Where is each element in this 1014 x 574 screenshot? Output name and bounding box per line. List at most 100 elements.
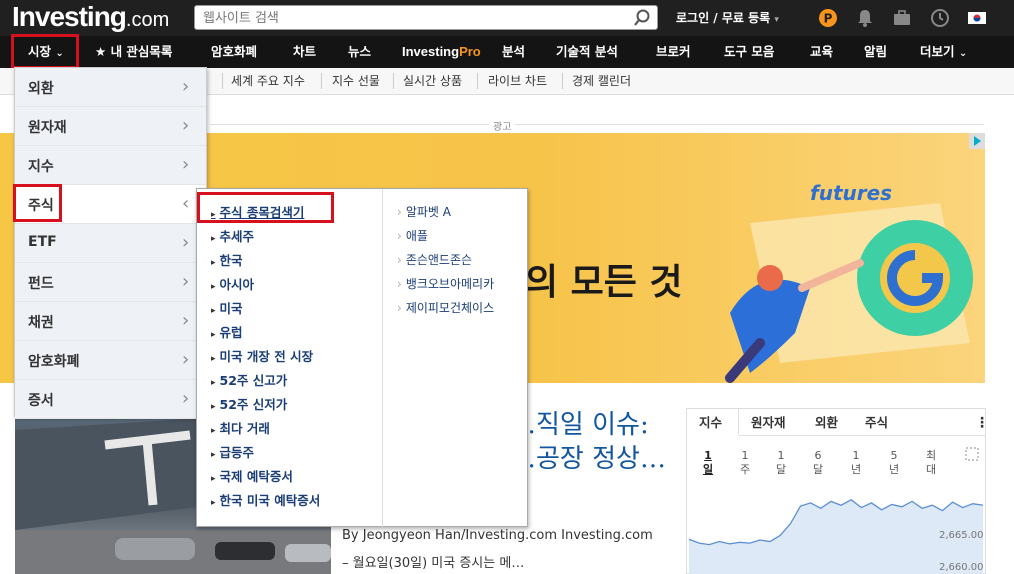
company-link[interactable]: › 뱅크오브아메리카 (397, 275, 494, 292)
bullet-icon: ▸ (211, 426, 216, 436)
period-max[interactable]: 최대 (924, 449, 938, 477)
period-1w[interactable]: 1주 (738, 449, 752, 477)
nav-news[interactable]: 뉴스 (348, 36, 371, 68)
bullet-icon: › (397, 253, 402, 267)
markets-menu-label: 원자재 (28, 120, 67, 136)
search-box[interactable] (194, 5, 658, 30)
markets-menu-item[interactable]: 원자재 › (15, 107, 206, 146)
pro-icon[interactable]: P (817, 7, 839, 29)
widget-tab-indices[interactable]: 지수 (699, 411, 722, 435)
stocks-link[interactable]: ▸ 한국 미국 예탁증서 (211, 490, 320, 509)
markets-menu-item[interactable]: 지수 › (15, 146, 206, 185)
widget-tab-stocks[interactable]: 주식 (865, 411, 888, 435)
investing-logo[interactable]: Investing.com (12, 2, 169, 32)
y-label-2665: 2,665.00 (939, 530, 984, 541)
bell-icon[interactable] (854, 7, 876, 29)
stocks-link[interactable]: ▸ 아시아 (211, 274, 254, 293)
markets-menu-item[interactable]: 펀드 › (15, 263, 206, 302)
subnav-world-indices[interactable]: 세계 주요 지수 (231, 68, 305, 94)
nav-more[interactable]: 더보기 ⌄ (920, 36, 967, 68)
stocks-link[interactable]: ▸ 미국 개장 전 시장 (211, 346, 313, 365)
period-5y[interactable]: 5년 (887, 449, 901, 477)
company-link-label: 존슨앤드존슨 (405, 253, 473, 267)
stocks-link-label: 아시아 (219, 277, 255, 292)
subnav-index-futures[interactable]: 지수 선물 (332, 68, 380, 94)
stocks-link[interactable]: ▸ 미국 (211, 298, 243, 317)
company-link[interactable]: › 존슨앤드존슨 (397, 251, 472, 268)
korea-flag-icon[interactable] (966, 7, 988, 29)
search-input[interactable] (203, 9, 623, 27)
period-1y[interactable]: 1년 (849, 449, 863, 477)
login-link[interactable]: 로그인 / 무료 등록 ▾ (676, 9, 779, 26)
markets-menu-label: 증서 (28, 393, 54, 409)
nav-brokers[interactable]: 브로커 (656, 36, 691, 68)
nav-watchlist[interactable]: ★ 내 관심목록 (95, 36, 172, 68)
company-link[interactable]: › 애플 (397, 227, 428, 244)
stocks-link-label: 한국 (219, 253, 243, 268)
stocks-link[interactable]: ▸ 최다 거래 (211, 418, 270, 437)
stocks-link-label: 미국 (219, 301, 243, 316)
markets-menu-item[interactable]: ETF › (15, 224, 206, 263)
stocks-link[interactable]: ▸ 52주 신고가 (211, 370, 287, 389)
chevron-right-icon: › (182, 388, 190, 409)
subnav-live-charts[interactable]: 라이브 차트 (488, 68, 547, 94)
clock-icon[interactable] (929, 7, 951, 29)
nav-alerts[interactable]: 알림 (864, 36, 887, 68)
markets-menu-label: ETF (28, 234, 57, 250)
chevron-left-icon: ‹ (182, 193, 190, 214)
stocks-link-label: 한국 미국 예탁증서 (219, 493, 321, 508)
subnav-economic-calendar[interactable]: 경제 캘린더 (572, 68, 631, 94)
nav-tools[interactable]: 도구 모음 (724, 36, 774, 68)
stocks-link[interactable]: ▸ 국제 예탁증서 (211, 466, 293, 485)
subnav-live-commodities[interactable]: 실시간 상품 (403, 68, 462, 94)
stocks-link[interactable]: ▸ 급등주 (211, 442, 254, 461)
stocks-link-label: 미국 개장 전 시장 (219, 349, 314, 364)
markets-menu-item[interactable]: 채권 › (15, 302, 206, 341)
chevron-right-icon: › (182, 310, 190, 331)
nav-crypto[interactable]: 암호화폐 (211, 36, 257, 68)
period-1m[interactable]: 1달 (774, 449, 788, 477)
news-headline[interactable]: …직일 이슈: …공장 정상… (510, 408, 680, 476)
stocks-link-label: 국제 예탁증서 (219, 469, 293, 484)
company-link[interactable]: › 제이피모건체이스 (397, 299, 494, 316)
nav-technical[interactable]: 기술적 분석 (556, 36, 618, 68)
bullet-icon: ▸ (211, 234, 216, 244)
markets-menu-item[interactable]: 암호화폐 › (15, 341, 206, 380)
highlight-markets (11, 34, 79, 69)
markets-menu-item[interactable]: 증서 › (15, 380, 206, 419)
stocks-link[interactable]: ▸ 유럽 (211, 322, 243, 341)
markets-menu-item[interactable]: 외환 › (15, 68, 206, 107)
widget-tab-forex[interactable]: 외환 (815, 411, 838, 435)
briefcase-icon[interactable] (891, 7, 913, 29)
widget-tab-commodities[interactable]: 원자재 (751, 411, 786, 435)
bullet-icon: ▸ (211, 330, 216, 340)
markets-menu-label: 외환 (28, 81, 54, 97)
stocks-link-label: 추세주 (219, 229, 255, 244)
widget-menu-icon[interactable]: ⋮ (975, 411, 989, 435)
adchoices-icon[interactable] (969, 133, 985, 149)
ad-headline: 의 모든 것 (525, 262, 683, 303)
stocks-link-label: 급등주 (219, 445, 255, 460)
bullet-icon: › (397, 229, 402, 243)
search-icon[interactable] (633, 9, 651, 27)
markets-dropdown: 외환 › 원자재 › 지수 › 주식 ‹ ETF › 펀드 › 채권 › 암호화폐 › 증서 › (14, 67, 207, 419)
company-link-label: 애플 (405, 229, 428, 243)
stocks-link[interactable]: ▸ 52주 신저가 (211, 394, 287, 413)
period-6m[interactable]: 6달 (811, 449, 825, 477)
svg-text:P: P (824, 12, 833, 26)
news-byline: By Jeongyeon Han/Investing.com Investing… (342, 528, 653, 543)
company-link[interactable]: › 알파벳 A (397, 203, 451, 220)
nav-investing-pro[interactable]: InvestingPro (402, 36, 481, 68)
period-1d[interactable]: 1일 (701, 449, 715, 477)
nav-education[interactable]: 교육 (810, 36, 833, 68)
stocks-link[interactable]: ▸ 한국 (211, 250, 243, 269)
ad-illustration (725, 203, 973, 383)
y-label-2660: 2,660.00 (939, 562, 984, 573)
nav-analysis[interactable]: 분석 (502, 36, 525, 68)
bullet-icon: ▸ (211, 498, 216, 508)
stocks-link[interactable]: ▸ 추세주 (211, 226, 254, 245)
bullet-icon: ▸ (211, 450, 216, 460)
expand-chart-icon[interactable] (965, 447, 979, 461)
nav-charts[interactable]: 차트 (293, 36, 316, 68)
bullet-icon: › (397, 205, 402, 219)
